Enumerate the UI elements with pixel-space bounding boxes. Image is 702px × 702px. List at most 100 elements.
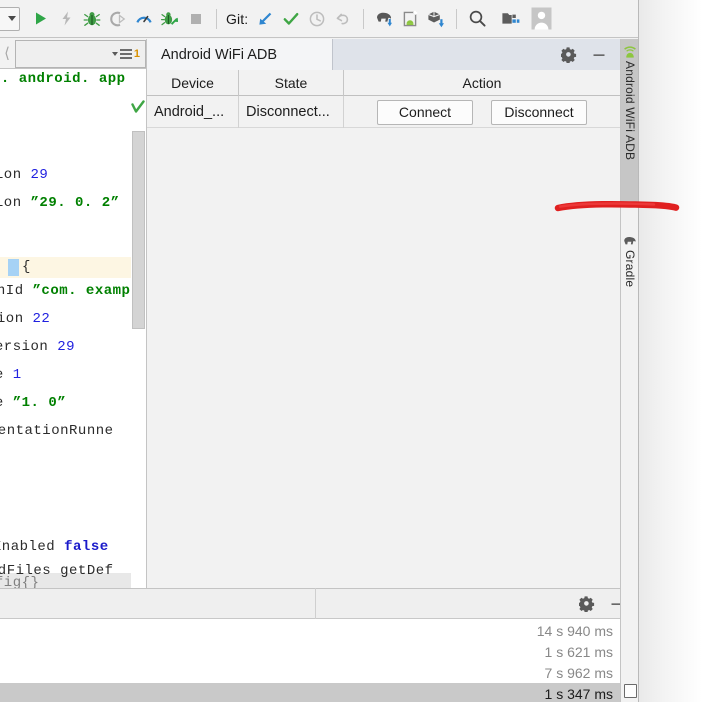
code-line: Version 29: [0, 340, 75, 355]
column-header-action[interactable]: Action: [344, 70, 620, 96]
tool-window-title-tab[interactable]: Android WiFi ADB: [147, 39, 333, 70]
gear-icon: [579, 595, 595, 612]
git-label: Git:: [226, 10, 249, 27]
list-lines-icon: [119, 48, 132, 59]
code-token: sion: [0, 311, 24, 327]
adb-table-header-row: Device State Action: [147, 70, 620, 96]
build-duration-row[interactable]: 7 s 962 ms: [0, 662, 620, 683]
code-token: 29: [30, 167, 49, 183]
current-line-highlight: [0, 257, 132, 278]
column-header-state[interactable]: State: [239, 70, 344, 96]
column-header-device[interactable]: Device: [147, 70, 239, 96]
tool-window-settings-button[interactable]: [556, 42, 582, 68]
chevron-left-icon[interactable]: ⟨: [0, 46, 14, 61]
sdk-box-download-icon: [428, 11, 445, 27]
code-token: 1: [12, 367, 22, 383]
sdk-manager-button[interactable]: [423, 6, 449, 32]
code-token: {: [22, 259, 31, 275]
tool-window-header-buttons: [556, 42, 620, 68]
stripe-label-gradle: Gradle: [623, 250, 637, 288]
search-everywhere-button[interactable]: [464, 6, 490, 32]
bottom-panel-settings-button[interactable]: [574, 591, 600, 617]
code-token: umentationRunne: [0, 423, 114, 439]
window-right-edge: [638, 0, 639, 702]
editor-vertical-scrollbar[interactable]: [131, 100, 146, 588]
git-history-button[interactable]: [304, 6, 330, 32]
project-structure-icon: [502, 13, 520, 24]
user-avatar-icon: [531, 7, 552, 30]
inspection-ok-checkmark-icon[interactable]: [131, 100, 145, 116]
git-revert-button[interactable]: [330, 6, 356, 32]
code-selection: [8, 259, 19, 276]
project-structure-button[interactable]: [497, 6, 523, 32]
code-token: ”29. 0. 2”: [30, 195, 120, 211]
code-token: me: [0, 395, 13, 411]
git-commit-button[interactable]: [278, 6, 304, 32]
table-row[interactable]: Android_... Disconnect... Connect Discon…: [147, 96, 620, 128]
git-update-button[interactable]: [252, 6, 278, 32]
disconnect-button[interactable]: Disconnect: [491, 99, 587, 125]
debug-button[interactable]: [79, 6, 105, 32]
code-token: m. android. app: [0, 71, 126, 87]
code-token: ”1. 0”: [12, 395, 67, 411]
gradle-sync-button[interactable]: [371, 6, 397, 32]
minimize-icon: [593, 53, 605, 56]
code-line: de 1: [0, 368, 22, 383]
editor-tab-bar: ⟨ 1: [0, 39, 146, 69]
editor-scrollbar-thumb[interactable]: [132, 131, 145, 329]
lightning-bolt-icon: [62, 11, 70, 26]
run-play-icon: [35, 12, 46, 25]
stop-button[interactable]: [183, 6, 209, 32]
stripe-android-wifi-adb[interactable]: Android WiFi ADB: [621, 39, 638, 205]
code-token: yEnabled: [0, 539, 56, 555]
attach-debugger-icon: [110, 11, 126, 26]
tool-window-hide-button[interactable]: [586, 42, 612, 68]
code-line: umentationRunne: [0, 424, 114, 439]
cell-state: Disconnect...: [239, 96, 344, 128]
chevron-down-icon: [111, 51, 118, 56]
toolbar-separator-2: [363, 8, 365, 29]
avd-manager-button[interactable]: [397, 6, 423, 32]
elephant-icon: [624, 236, 636, 245]
code-line: onId ”com. examp: [0, 284, 130, 299]
android-device-icon: [403, 9, 418, 26]
code-token: false: [64, 539, 109, 555]
tool-window-title: Android WiFi ADB: [161, 46, 278, 63]
build-duration-row[interactable]: 14 s 940 ms: [0, 620, 620, 641]
navigation-combo[interactable]: [0, 6, 20, 31]
stripe-gradle[interactable]: Gradle: [621, 229, 638, 355]
right-tool-window-stripe: Android WiFi ADB Gradle: [620, 39, 638, 702]
bottom-panel-header: [0, 588, 638, 619]
layout-toggle-icon[interactable]: [624, 684, 637, 698]
account-button[interactable]: [530, 7, 552, 31]
code-token: Version: [0, 339, 49, 355]
cell-device: Android_...: [147, 96, 239, 128]
chevron-down-icon: [8, 16, 16, 21]
profiler-button[interactable]: [131, 6, 157, 32]
search-icon: [469, 10, 486, 27]
editor-panel: ⟨ 1 m. android. appsion 29sion ”29. 0. 2…: [0, 39, 146, 588]
toolbar-separator-3: [456, 8, 458, 29]
build-output-panel: 14 s 940 ms 1 s 621 ms 7 s 962 ms 1 s 347 m…: [0, 588, 638, 702]
bug-icon: [83, 11, 101, 26]
ide-window: Git: ⟨ 1 m. android. app on 29 on ”29. 0…: [0, 0, 638, 702]
run-button[interactable]: [27, 6, 53, 32]
code-token: 22: [32, 311, 51, 327]
code-editor-area[interactable]: m. android. appsion 29sion ”29. 0. 2”{on…: [0, 70, 146, 588]
build-duration-row[interactable]: 1 s 621 ms: [0, 641, 620, 662]
attach-debugger-button[interactable]: [105, 6, 131, 32]
screenshot-root: Git: ⟨ 1 m. android. app on 29 on ”29. 0…: [0, 0, 702, 702]
build-duration-row[interactable]: 1 s 347 ms: [0, 683, 620, 702]
editor-tab[interactable]: 1: [15, 39, 146, 68]
apply-changes-button[interactable]: [53, 6, 79, 32]
connect-button[interactable]: Connect: [377, 99, 473, 125]
editor-tab-number: 1: [133, 47, 140, 60]
code-line: m. android. app: [0, 72, 126, 87]
code-line: nfig{}: [0, 576, 39, 589]
code-line: me ”1. 0”: [0, 396, 66, 411]
arrow-down-left-icon: [259, 12, 272, 25]
adb-table-empty-area: [147, 129, 620, 588]
run-with-coverage-button[interactable]: [157, 6, 183, 32]
main-toolbar: Git:: [0, 0, 638, 38]
bottom-panel-left-section: [0, 588, 316, 619]
